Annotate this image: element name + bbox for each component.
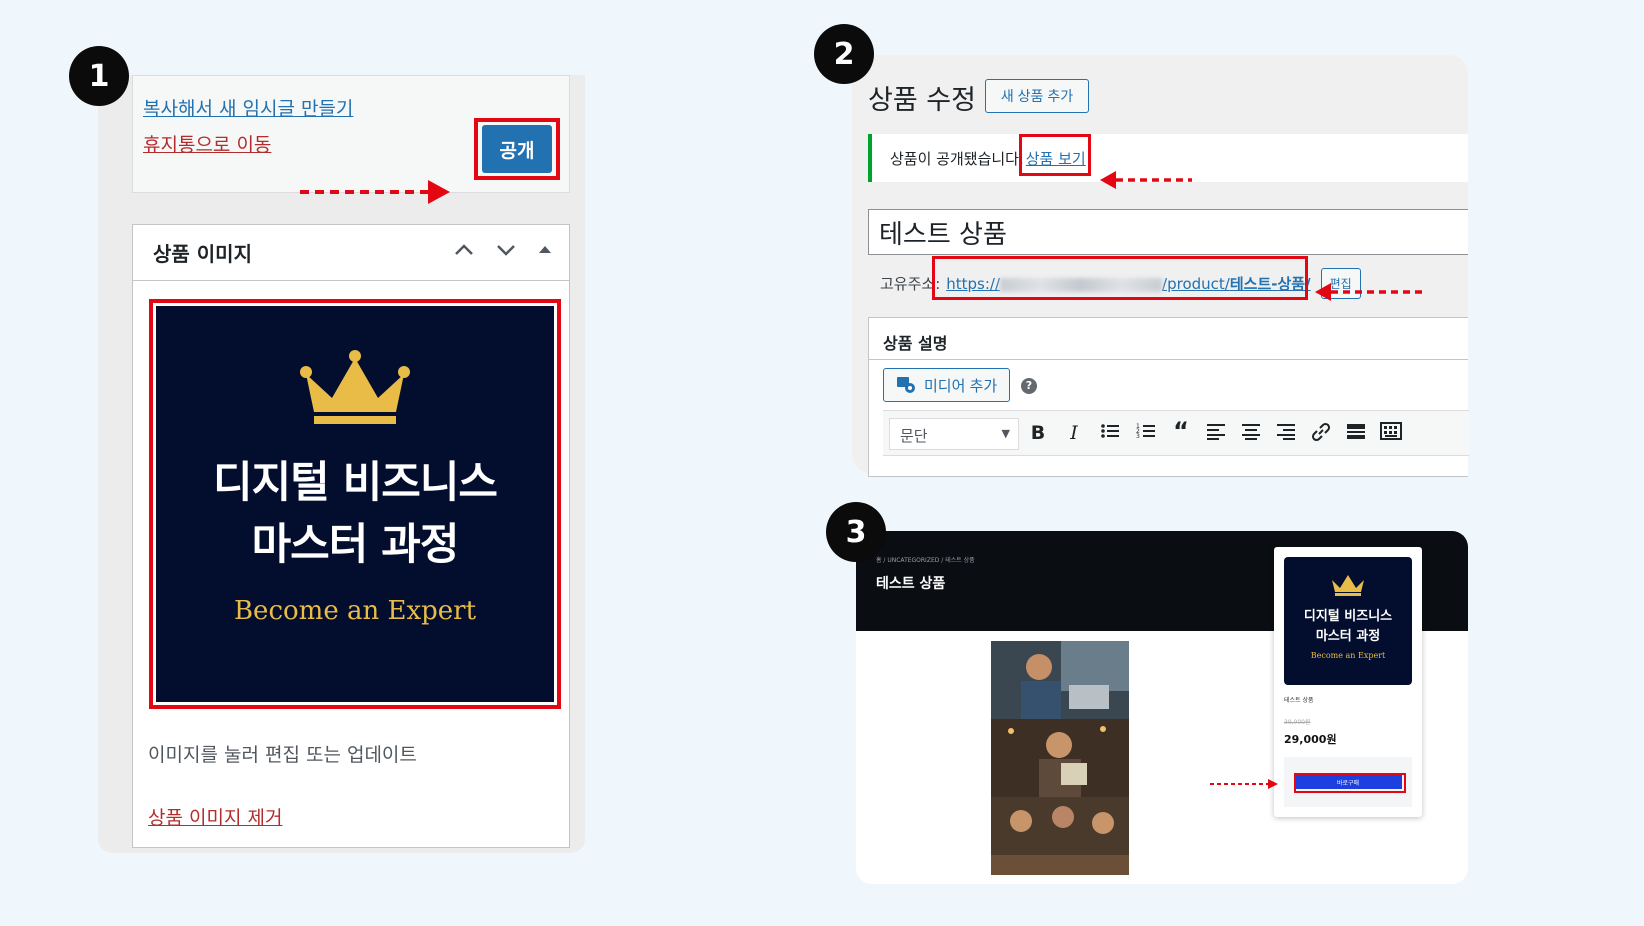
format-select-value: 문단: [900, 427, 928, 445]
step-badge-2: 2: [814, 24, 874, 84]
product-description-title: 상품 설명: [869, 318, 1468, 360]
align-left-icon[interactable]: [1203, 422, 1229, 445]
breadcrumb[interactable]: 홈 / UNCATEGORIZED / 테스트 상품: [876, 555, 975, 564]
copy-to-draft-link[interactable]: 복사해서 새 임시글 만들기: [143, 94, 353, 121]
editor-toolbar: 문단 ▼ B I 123 “: [883, 410, 1469, 456]
caret-down-icon: ▼: [1001, 427, 1010, 440]
arrow-to-publish-icon: [300, 180, 450, 204]
highlight-view-product: [1019, 134, 1091, 176]
product-page-title: 테스트 상품: [876, 576, 946, 592]
collapse-toggle-icon[interactable]: [537, 239, 553, 267]
notice-text: 상품이 공개됐습니다.: [890, 149, 1024, 168]
step-badge-1: 1: [69, 46, 129, 106]
regular-price: 39,000원: [1284, 719, 1311, 726]
card-title-line2: 마스터 과정: [1315, 629, 1381, 644]
crown-icon: [1332, 575, 1364, 596]
panel-step-3: 홈 / UNCATEGORIZED / 테스트 상품 테스트 상품 디지털 비즈…: [856, 531, 1468, 884]
paragraph-format-select[interactable]: 문단 ▼: [889, 418, 1019, 450]
chevron-up-icon[interactable]: [453, 239, 475, 267]
add-media-button[interactable]: 미디어 추가: [883, 368, 1011, 402]
product-name-input[interactable]: [868, 209, 1468, 255]
card-product-name: 테스트 상품: [1284, 697, 1314, 704]
sale-price: 29,000원: [1284, 733, 1337, 746]
page-title: 상품 수정: [868, 85, 976, 116]
svg-text:3: 3: [1136, 433, 1140, 440]
step-badge-3: 3: [826, 502, 886, 562]
highlight-permalink: [932, 256, 1308, 300]
insert-link-icon[interactable]: [1308, 422, 1334, 447]
product-description-box: 상품 설명 미디어 추가 ? 문단 ▼ B I 123 “: [868, 317, 1469, 477]
image-edit-hint: 이미지를 눌러 편집 또는 업데이트: [148, 744, 417, 766]
blockquote-icon[interactable]: “: [1168, 417, 1194, 445]
align-right-icon[interactable]: [1273, 422, 1299, 445]
card-product-image[interactable]: 디지털 비즈니스 마스터 과정 Become an Expert: [1284, 557, 1412, 685]
chevron-down-icon[interactable]: [495, 239, 517, 267]
card-subtitle: Become an Expert: [1310, 651, 1386, 660]
bold-icon[interactable]: B: [1025, 422, 1051, 444]
product-photo-1: [991, 641, 1129, 719]
highlight-product-image: [149, 299, 561, 709]
toolbar-toggle-icon[interactable]: [1378, 422, 1404, 445]
arrow-to-view-link-icon: [1100, 171, 1192, 189]
product-image-header: 상품 이미지: [133, 225, 569, 281]
move-to-trash-link[interactable]: 휴지통으로 이동: [143, 130, 271, 157]
arrow-to-buy-button-icon: [1210, 779, 1278, 789]
add-new-product-button[interactable]: 새 상품 추가: [985, 79, 1089, 113]
italic-icon[interactable]: I: [1061, 422, 1087, 444]
media-icon: [897, 377, 915, 393]
product-photo-2: [991, 719, 1129, 797]
align-center-icon[interactable]: [1238, 422, 1264, 445]
numbered-list-icon[interactable]: 123: [1133, 422, 1159, 445]
read-more-icon[interactable]: [1343, 422, 1369, 445]
card-title-line1: 디지털 비즈니스: [1303, 609, 1393, 624]
product-image-title: 상품 이미지: [153, 242, 252, 266]
bullet-list-icon[interactable]: [1097, 422, 1123, 445]
add-media-label: 미디어 추가: [924, 377, 998, 395]
product-photo-3: [991, 797, 1129, 875]
highlight-buy-button: [1294, 773, 1406, 793]
remove-product-image-link[interactable]: 상품 이미지 제거: [148, 803, 282, 830]
highlight-publish: [474, 118, 560, 180]
help-icon[interactable]: ?: [1021, 378, 1037, 394]
arrow-to-permalink-icon: [1315, 283, 1427, 301]
